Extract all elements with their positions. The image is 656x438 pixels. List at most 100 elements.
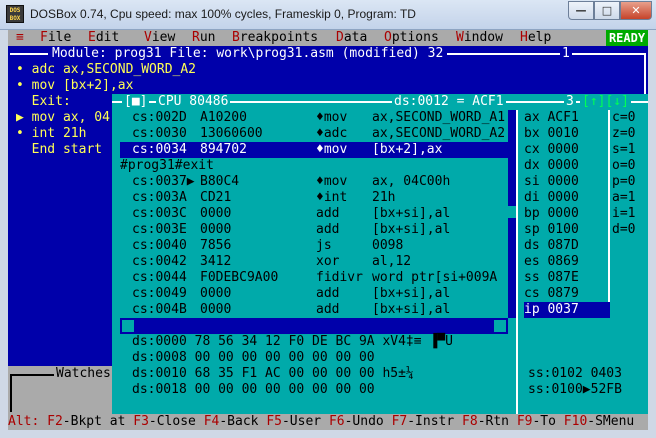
register-dx[interactable]: dx 0000 <box>524 158 579 174</box>
stack-row[interactable]: ss:0100▶52FB <box>528 382 622 398</box>
register-ax[interactable]: ax ACF1 <box>524 110 579 126</box>
disassembly-horizontal-scrollbar[interactable] <box>120 318 508 334</box>
flag[interactable]: o=0 <box>612 158 635 174</box>
system-menu[interactable]: ≡ <box>16 30 24 46</box>
stack-pane[interactable]: ss:0102 0403 ss:0100▶52FB <box>524 366 648 414</box>
code-row[interactable]: cs:0040 7856 js 0098 <box>120 238 508 254</box>
function-key-f10[interactable]: F10-SMenu <box>564 414 634 429</box>
stack-row[interactable]: ss:0102 0403 <box>528 366 622 382</box>
minimize-button[interactable]: — <box>568 1 594 20</box>
function-key-f3[interactable]: F3-Close <box>133 414 196 429</box>
menu-data[interactable]: Data <box>336 30 367 46</box>
menu-options[interactable]: Options <box>384 30 439 46</box>
memory-dump-pane[interactable]: ds:0000 78 56 34 12 F0 DE BC 9A xV4‡≡ ▐▀… <box>120 334 516 414</box>
cpu-close-box[interactable]: [■] <box>122 94 150 110</box>
flag[interactable]: d=0 <box>612 222 635 238</box>
dosbox-app-icon[interactable]: DOS BOX <box>6 5 24 23</box>
scroll-right-arrow[interactable] <box>494 320 506 332</box>
code-row[interactable]: cs:0049 0000 add [bx+si],al <box>120 286 508 302</box>
code-row[interactable]: cs:002D A10200 ♦mov ax,SECOND_WORD_A1 <box>120 110 508 126</box>
flag[interactable]: c=0 <box>612 110 635 126</box>
code-bytes: 0000 <box>200 222 232 237</box>
flag[interactable]: z=0 <box>612 126 635 142</box>
code-operands: 0098 <box>372 238 404 253</box>
menu-hotkey: V <box>144 30 152 45</box>
code-row[interactable]: cs:0044 F0DEBC9A00 fidivr word ptr[si+009A <box>120 270 508 286</box>
register-cs[interactable]: cs 0879 <box>524 286 579 302</box>
flags-pane[interactable]: c=0 z=0 s=1 o=0 p=0 a=1 i=1 d=0 <box>612 110 648 318</box>
flag[interactable]: p=0 <box>612 174 635 190</box>
dosbox-screen[interactable]: ≡ READY File Edit View Run Breakpoints Data Op… <box>8 30 648 430</box>
register-ip[interactable]: ip 0037 <box>524 302 610 318</box>
function-key-alt[interactable]: Alt: <box>8 414 39 429</box>
register-es[interactable]: es 0869 <box>524 254 579 270</box>
cpu-window[interactable]: [■] CPU 80486 ds:0012 = ACF1 3 [↑][↓] cs… <box>112 94 648 414</box>
source-line[interactable]: • adc ax,SECOND_WORD_A2 <box>16 62 196 78</box>
vertical-scroll-thumb[interactable] <box>508 206 516 218</box>
code-row[interactable]: cs:003E 0000 add [bx+si],al <box>120 222 508 238</box>
menu-view[interactable]: View <box>144 30 175 46</box>
ready-indicator: READY <box>606 30 648 46</box>
menu-breakpoints[interactable]: Breakpoints <box>232 30 318 46</box>
register-ds[interactable]: ds 087D <box>524 238 579 254</box>
register-sp[interactable]: sp 0100 <box>524 222 579 238</box>
register-value: ACF1 <box>547 110 579 125</box>
code-row[interactable]: cs:003C 0000 add [bx+si],al <box>120 206 508 222</box>
cpu-resize-box[interactable]: [↑][↓] <box>580 94 631 110</box>
code-mnemonic: ♦mov <box>316 110 348 125</box>
function-key-f8[interactable]: F8-Rtn <box>462 414 509 429</box>
function-key-gap <box>634 414 642 429</box>
dump-row[interactable]: ds:0008 00 00 00 00 00 00 00 00 <box>132 350 375 366</box>
menu-run[interactable]: Run <box>192 30 215 46</box>
function-key-f9[interactable]: F9-To <box>517 414 556 429</box>
scroll-left-arrow[interactable] <box>122 320 134 332</box>
registers-pane[interactable]: ax ACF1 bx 0010 cx 0000 dx 0000 si 0000 di 00… <box>524 110 610 318</box>
code-row[interactable]: cs:0042 3412 xor al,12 <box>120 254 508 270</box>
menu-edit[interactable]: Edit <box>88 30 119 46</box>
function-key-name: F5 <box>266 414 282 429</box>
menu-window[interactable]: Window <box>456 30 503 46</box>
code-row[interactable]: cs:0037▶ B80C4 ♦mov ax, 04C00h <box>120 174 508 190</box>
register-cx[interactable]: cx 0000 <box>524 142 579 158</box>
function-key-label: -Back <box>219 414 259 429</box>
dump-row[interactable]: ds:0000 78 56 34 12 F0 DE BC 9A xV4‡≡ ▐▀… <box>132 334 453 350</box>
function-key-f2[interactable]: F2-Bkpt at <box>47 414 125 429</box>
register-value: 0869 <box>547 254 579 269</box>
menu-help[interactable]: Help <box>520 30 551 46</box>
function-key-f5[interactable]: F5-User <box>266 414 321 429</box>
code-row[interactable]: #prog31#exit <box>120 158 508 174</box>
code-row[interactable]: cs:0030 13060600 ♦adc ax,SECOND_WORD_A2 <box>120 126 508 142</box>
menu-file[interactable]: File <box>40 30 71 46</box>
function-key-f7[interactable]: F7-Instr <box>392 414 455 429</box>
code-label: #prog31#exit <box>120 158 214 173</box>
source-line[interactable]: • int 21h <box>16 126 86 142</box>
register-bp[interactable]: bp 0000 <box>524 206 579 222</box>
dump-row[interactable]: ds:0010 68 35 F1 AC 00 00 00 00 h5±¼ <box>132 366 414 382</box>
disassembly-pane[interactable]: cs:002D A10200 ♦mov ax,SECOND_WORD_A1 cs:003… <box>120 110 508 318</box>
source-line[interactable]: End start <box>16 142 102 158</box>
flag[interactable]: a=1 <box>612 190 635 206</box>
function-key-f6[interactable]: F6-Undo <box>329 414 384 429</box>
flag[interactable]: s=1 <box>612 142 635 158</box>
code-row[interactable]: cs:0034 894702 ♦mov [bx+2],ax <box>120 142 508 158</box>
register-si[interactable]: si 0000 <box>524 174 579 190</box>
code-address: cs:003A <box>132 190 187 205</box>
dump-row[interactable]: ds:0018 00 00 00 00 00 00 00 00 <box>132 382 375 398</box>
window-titlebar[interactable]: DOS BOX DOSBox 0.74, Cpu speed: max 100%… <box>0 0 656 30</box>
function-key-f4[interactable]: F4-Back <box>204 414 259 429</box>
function-key-gap <box>196 414 204 429</box>
source-line[interactable]: Exit: <box>16 94 71 110</box>
source-line[interactable]: ▶ mov ax, 04 <box>16 110 110 126</box>
register-di[interactable]: di 0000 <box>524 190 579 206</box>
flag[interactable]: i=1 <box>612 206 635 222</box>
close-button[interactable]: ✕ <box>620 1 652 20</box>
register-ss[interactable]: ss 087E <box>524 270 579 286</box>
register-bx[interactable]: bx 0010 <box>524 126 579 142</box>
code-bytes: 3412 <box>200 254 232 269</box>
maximize-button[interactable]: □ <box>594 1 620 20</box>
pane-divider <box>608 110 610 318</box>
code-row[interactable]: cs:004B 0000 add [bx+si],al <box>120 302 508 318</box>
code-row[interactable]: cs:003A CD21 ♦int 21h <box>120 190 508 206</box>
disassembly-vertical-scrollbar[interactable] <box>508 110 516 318</box>
source-line[interactable]: • mov [bx+2],ax <box>16 78 133 94</box>
